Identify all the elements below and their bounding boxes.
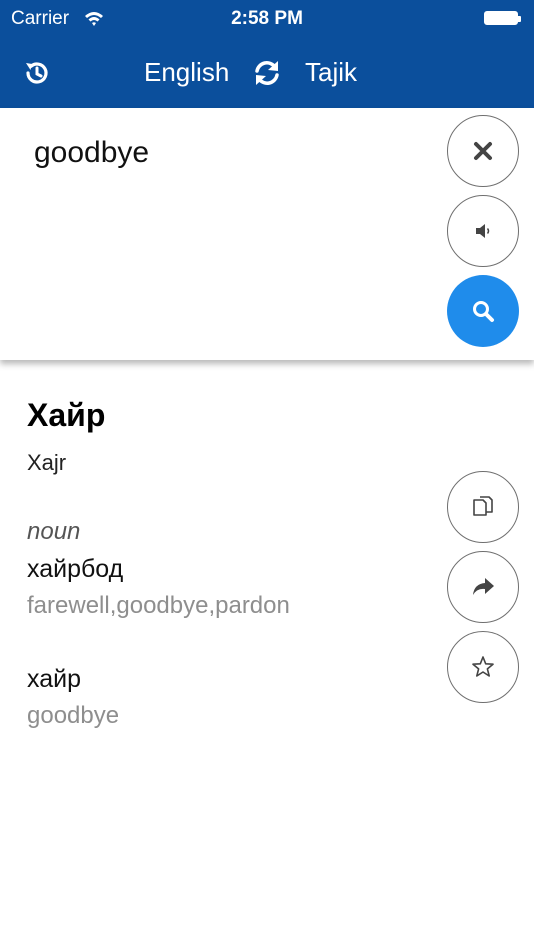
- favorite-button[interactable]: [447, 631, 519, 703]
- input-area: [0, 108, 534, 360]
- source-language-button[interactable]: English: [144, 54, 229, 90]
- headword: Хайр: [27, 397, 106, 433]
- star-icon: [472, 656, 494, 677]
- history-icon[interactable]: [22, 58, 52, 88]
- speaker-icon: [476, 224, 490, 238]
- share-icon: [473, 578, 494, 595]
- synonyms: farewell,goodbye,pardon: [27, 592, 290, 619]
- result-panel: Хайр Xajr noun хайрбод farewell,goodbye,…: [0, 360, 534, 950]
- translation: хайрбод: [27, 555, 124, 583]
- search-input[interactable]: [34, 136, 414, 170]
- share-button[interactable]: [447, 551, 519, 623]
- clear-icon: [474, 142, 492, 160]
- search-icon: [473, 301, 494, 322]
- battery-icon: [484, 11, 521, 25]
- copy-button[interactable]: [447, 471, 519, 543]
- clear-button[interactable]: [447, 115, 519, 187]
- swap-icon[interactable]: [253, 59, 281, 87]
- target-language-button[interactable]: Tajik: [305, 54, 357, 90]
- transliteration: Xajr: [27, 450, 67, 475]
- status-bar: Carrier 2:58 PM: [0, 0, 534, 38]
- synonyms: goodbye: [27, 702, 120, 729]
- language-nav: English Tajik: [0, 38, 534, 108]
- part-of-speech: noun: [27, 518, 81, 545]
- speak-button[interactable]: [447, 195, 519, 267]
- top-bar: Carrier 2:58 PM English Tajik: [0, 0, 534, 108]
- translation: хайр: [27, 665, 81, 693]
- clock: 2:58 PM: [231, 8, 303, 29]
- search-button[interactable]: [447, 275, 519, 347]
- copy-icon: [473, 496, 493, 516]
